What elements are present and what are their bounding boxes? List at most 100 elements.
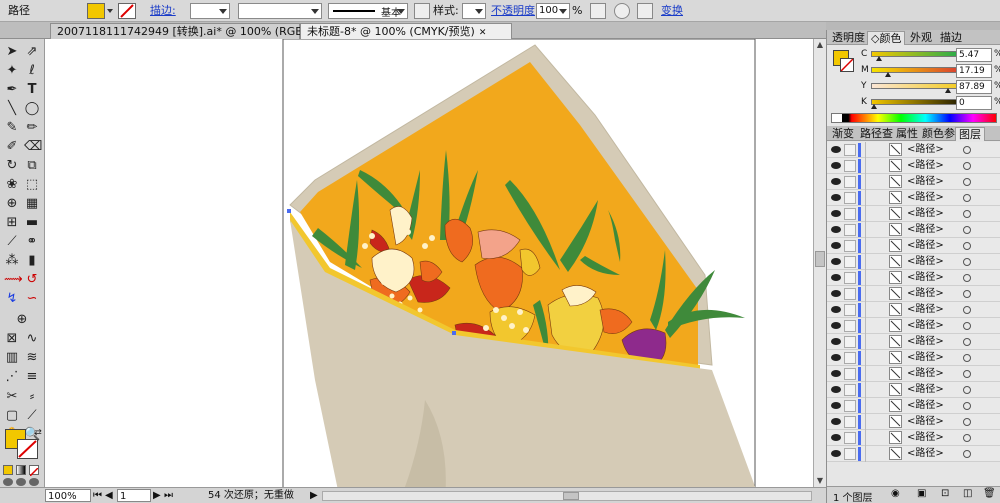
- page-input[interactable]: 1: [117, 489, 151, 502]
- layers-list[interactable]: <路径> <路径> <路径> <路径> <路径> <路径> <路径> <路径> <路径> <路径>…: [827, 142, 1000, 486]
- lock-toggle[interactable]: [844, 144, 856, 156]
- scroll-down-icon[interactable]: ▼: [814, 475, 826, 487]
- cyan-slider[interactable]: C 5.47 %: [827, 48, 1000, 64]
- perspective-grid-tool-icon[interactable]: ▦: [24, 196, 40, 212]
- stroke-swatch[interactable]: [118, 3, 136, 19]
- draw-normal-icon[interactable]: [3, 478, 13, 486]
- selection-tool-icon[interactable]: ➤: [4, 44, 20, 60]
- tab-document-1[interactable]: 2007118111742949 [转换].ai* @ 100% (RGB/预览…: [50, 23, 344, 39]
- isolate-icon[interactable]: [637, 3, 653, 19]
- last-page-icon[interactable]: ⏭: [164, 489, 173, 502]
- stroke-weight-select[interactable]: [190, 3, 230, 19]
- stroke-label[interactable]: 描边:: [150, 3, 176, 19]
- layer-row[interactable]: <路径>: [827, 254, 1000, 270]
- warp-tool-icon[interactable]: ❀: [4, 177, 20, 193]
- cyan-input[interactable]: 5.47: [956, 48, 992, 62]
- target-circle-icon[interactable]: [963, 354, 971, 362]
- tab-transparency[interactable]: 透明度: [829, 31, 868, 45]
- stack-tool-icon[interactable]: ≋: [24, 350, 40, 366]
- target-circle-icon[interactable]: [963, 306, 971, 314]
- magic-wand-tool-icon[interactable]: ✦: [4, 63, 20, 79]
- paintbrush-tool-icon[interactable]: ✎: [4, 120, 20, 136]
- align-icon[interactable]: [414, 3, 430, 19]
- tab-color[interactable]: ◇颜色: [867, 31, 906, 45]
- black-input[interactable]: 0: [956, 96, 992, 110]
- mesh-tool-icon[interactable]: ⊞: [4, 215, 20, 231]
- opacity-input[interactable]: 100: [536, 3, 570, 19]
- target-circle-icon[interactable]: [963, 274, 971, 282]
- layer-row[interactable]: <路径>: [827, 398, 1000, 414]
- yellow-slider[interactable]: Y 87.89 %: [827, 80, 1000, 96]
- color-mode-icon[interactable]: [3, 465, 13, 475]
- scale-tool-icon[interactable]: ⧉: [24, 158, 40, 174]
- fill-dropdown[interactable]: [106, 3, 114, 19]
- lock-toggle[interactable]: [844, 320, 856, 332]
- visibility-eye-icon[interactable]: [831, 210, 841, 217]
- layer-row[interactable]: <路径>: [827, 142, 1000, 158]
- path-tool-icon[interactable]: ↯: [4, 291, 20, 307]
- fill-swatch[interactable]: [87, 3, 105, 19]
- clipping-mask-icon[interactable]: ▣: [917, 488, 926, 499]
- type-tool-icon[interactable]: T: [24, 82, 40, 98]
- lock-toggle[interactable]: [844, 400, 856, 412]
- eraser-tool-icon[interactable]: ⌫: [24, 139, 42, 155]
- slider-caret-icon[interactable]: [875, 56, 882, 61]
- tab-stroke[interactable]: 描边: [937, 31, 965, 45]
- target-circle-icon[interactable]: [963, 162, 971, 170]
- artwork-canvas[interactable]: [45, 39, 813, 487]
- visibility-eye-icon[interactable]: [831, 146, 841, 153]
- visibility-eye-icon[interactable]: [831, 178, 841, 185]
- target-circle-icon[interactable]: [963, 258, 971, 266]
- delete-layer-icon[interactable]: 🗑: [983, 488, 996, 499]
- lock-toggle[interactable]: [844, 240, 856, 252]
- layer-row[interactable]: <路径>: [827, 190, 1000, 206]
- close-icon[interactable]: ✕: [479, 28, 487, 38]
- free-transform-tool-icon[interactable]: ⬚: [24, 177, 40, 193]
- visibility-eye-icon[interactable]: [831, 290, 841, 297]
- magenta-slider[interactable]: M 17.19 %: [827, 64, 1000, 80]
- stroke-color-box[interactable]: [17, 439, 38, 459]
- target-circle-icon[interactable]: [963, 178, 971, 186]
- scroll-up-icon[interactable]: ▲: [814, 39, 826, 51]
- target-circle-icon[interactable]: [963, 290, 971, 298]
- lock-toggle[interactable]: [844, 368, 856, 380]
- target-circle-icon[interactable]: [963, 226, 971, 234]
- vertical-scrollbar[interactable]: ▲ ▼: [813, 39, 826, 487]
- visibility-eye-icon[interactable]: [831, 418, 841, 425]
- layer-row[interactable]: <路径>: [827, 318, 1000, 334]
- target-circle-icon[interactable]: [963, 386, 971, 394]
- recolor-icon[interactable]: [590, 3, 606, 19]
- target-circle-icon[interactable]: [963, 146, 971, 154]
- new-sublayer-icon[interactable]: ⊡: [941, 488, 949, 499]
- tab-pathfinder[interactable]: 路径查: [857, 127, 896, 141]
- graph-tool-icon[interactable]: ⋰: [4, 369, 20, 385]
- target-circle-icon[interactable]: [963, 322, 971, 330]
- lock-toggle[interactable]: [844, 384, 856, 396]
- prev-page-icon[interactable]: ◀: [105, 489, 113, 502]
- yellow-input[interactable]: 87.89: [956, 80, 992, 94]
- chart-tool-icon[interactable]: ▥: [4, 350, 20, 366]
- layer-row[interactable]: <路径>: [827, 414, 1000, 430]
- lock-toggle[interactable]: [844, 224, 856, 236]
- next-page-icon[interactable]: ▶: [153, 489, 161, 502]
- none-mode-icon[interactable]: [29, 465, 39, 477]
- transform-link[interactable]: 变换: [661, 3, 683, 19]
- pencil-tool-icon[interactable]: ✏: [24, 120, 40, 136]
- new-layer-icon[interactable]: ◫: [963, 488, 972, 499]
- layer-row[interactable]: <路径>: [827, 222, 1000, 238]
- horizontal-scrollbar[interactable]: [322, 491, 812, 501]
- color-spectrum[interactable]: [831, 113, 997, 123]
- slice-tool-icon[interactable]: ∿: [24, 331, 40, 347]
- reshape-tool-icon[interactable]: ↺: [24, 272, 40, 288]
- gradient-mode-icon[interactable]: [16, 465, 26, 475]
- target-circle-icon[interactable]: [963, 242, 971, 250]
- tab-attributes[interactable]: 属性: [893, 127, 921, 141]
- layer-row[interactable]: <路径>: [827, 382, 1000, 398]
- lock-toggle[interactable]: [844, 432, 856, 444]
- rotate-tool-icon[interactable]: ↻: [4, 158, 20, 174]
- pen-tool-icon[interactable]: ✒: [4, 82, 20, 98]
- eyedropper-tool-icon[interactable]: ⟋: [4, 234, 20, 250]
- lock-toggle[interactable]: [844, 176, 856, 188]
- bar-tool-icon[interactable]: ≡: [24, 369, 40, 385]
- swap-colors-icon[interactable]: ⇄: [30, 425, 46, 441]
